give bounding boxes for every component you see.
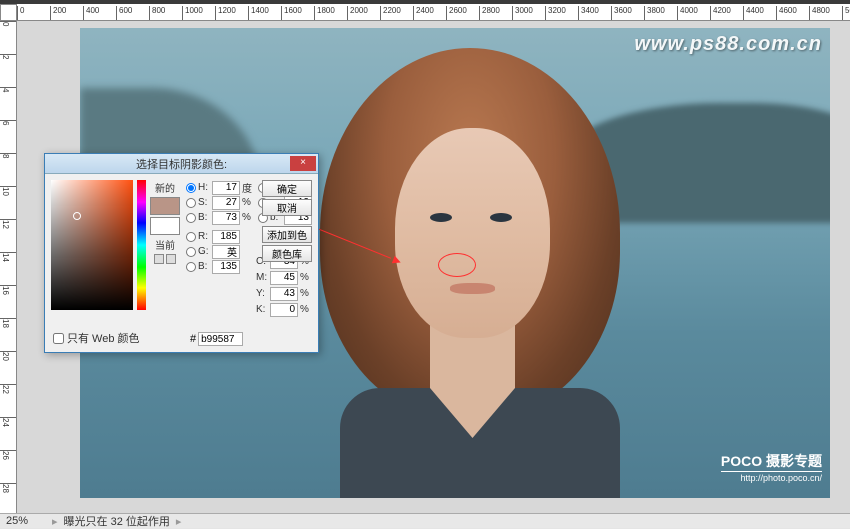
web-only-checkbox[interactable] [53, 333, 64, 344]
s-field[interactable] [212, 196, 240, 210]
watermark-bottom: POCO 摄影专题 http://photo.poco.cn/ [721, 451, 822, 483]
hex-field[interactable] [198, 332, 243, 346]
color-lib-button[interactable]: 颜色库 [262, 245, 312, 262]
status-bar: 25% ▸ 曝光只在 32 位起作用 ▸ [0, 513, 850, 528]
bval-field[interactable] [212, 260, 240, 274]
ruler-vertical[interactable]: 024681012141618202224262830 [0, 21, 17, 513]
web-only-label: 只有 Web 颜色 [67, 330, 140, 346]
warning-swatches[interactable] [154, 254, 176, 264]
m-field[interactable] [270, 271, 298, 285]
y-field[interactable] [270, 287, 298, 301]
radio-s[interactable] [186, 198, 196, 208]
zoom-level[interactable]: 25% [6, 515, 46, 527]
radio-g[interactable] [186, 247, 196, 257]
swatch-new [150, 197, 180, 215]
close-button[interactable]: × [290, 156, 316, 171]
b-field[interactable] [212, 211, 240, 225]
dialog-title-text: 选择目标阴影颜色: [136, 156, 227, 172]
ruler-corner[interactable] [0, 4, 17, 21]
radio-h[interactable] [186, 183, 196, 193]
radio-r[interactable] [186, 232, 196, 242]
dialog-titlebar[interactable]: 选择目标阴影颜色: × [45, 154, 318, 174]
h-field[interactable] [212, 181, 240, 195]
radio-b[interactable] [186, 213, 196, 223]
color-field[interactable] [51, 180, 133, 310]
radio-bv[interactable] [186, 262, 196, 272]
g-field[interactable] [212, 245, 240, 259]
canvas-workspace[interactable]: www.ps88.com.cn POCO 摄影专题 http://photo.p… [17, 21, 850, 513]
add-swatch-button[interactable]: 添加到色板 [262, 226, 312, 243]
k-field[interactable] [270, 303, 298, 317]
color-picker-dialog[interactable]: 选择目标阴影颜色: × 新的 当前 H:度 S:% B:% [44, 153, 319, 353]
status-doc-info: 曝光只在 32 位起作用 [64, 513, 170, 529]
hex-prefix: # [190, 333, 196, 345]
watermark-top: www.ps88.com.cn [634, 33, 822, 56]
color-field-cursor[interactable] [73, 212, 81, 220]
sample-target-marker [438, 253, 476, 277]
ruler-horizontal[interactable]: 0200400600800100012001400160018002000220… [17, 4, 850, 21]
swatch-current [150, 217, 180, 235]
cancel-button[interactable]: 取消 [262, 199, 312, 216]
r-field[interactable] [212, 230, 240, 244]
ok-button[interactable]: 确定 [262, 180, 312, 197]
swatch-new-label: 新的 [155, 180, 175, 195]
swatch-current-label: 当前 [155, 237, 175, 252]
hue-slider[interactable] [137, 180, 146, 310]
